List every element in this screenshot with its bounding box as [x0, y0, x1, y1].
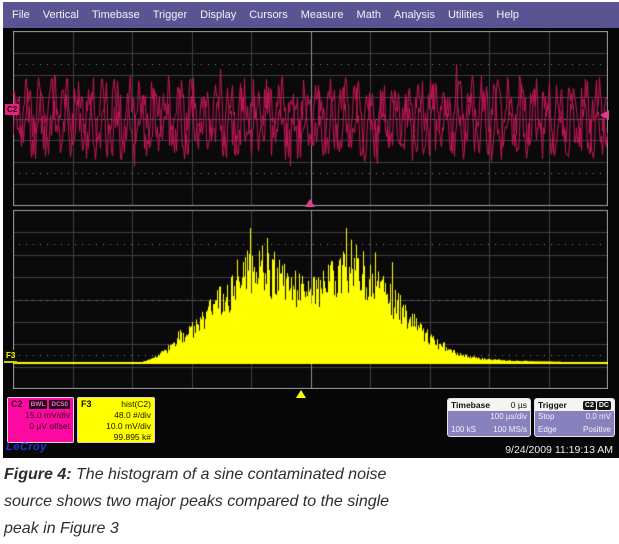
trigger-coupling-badge: DC — [597, 401, 611, 410]
trigger-box[interactable]: Trigger C2 DC Stop 0.0 mV Edge Positive — [534, 398, 615, 437]
timebase-rate: 100 MS/s — [493, 424, 527, 437]
f3-function-name: hist(C2) — [121, 399, 151, 410]
menu-analysis[interactable]: Analysis — [394, 9, 435, 21]
trigger-source-badge: C2 — [583, 401, 596, 410]
timebase-box[interactable]: Timebase 0 µs 100 µs/div 100 kS 100 MS/s — [447, 398, 531, 437]
figure-page: File Vertical Timebase Trigger Display C… — [0, 0, 619, 544]
timebase-title: Timebase — [451, 400, 490, 410]
c2-bwl-badge: BWL — [29, 400, 48, 409]
c2-volts-per-div: 15.0 mV/div — [11, 410, 70, 421]
menu-vertical[interactable]: Vertical — [43, 9, 79, 21]
figure-caption: Figure 4: The histogram of a sine contam… — [4, 461, 564, 542]
menu-cursors[interactable]: Cursors — [249, 9, 288, 21]
menu-help[interactable]: Help — [496, 9, 519, 21]
caption-label: Figure 4: — [4, 466, 72, 483]
f3-descriptor-header: F3 hist(C2) — [81, 399, 151, 410]
caption-line-2: source shows two major peaks compared to… — [4, 488, 564, 515]
menu-measure[interactable]: Measure — [301, 9, 344, 21]
menu-bar: File Vertical Timebase Trigger Display C… — [3, 2, 619, 28]
c2-descriptor-box[interactable]: C2 BWL DC50 15.0 mV/div 0 µV offset — [7, 397, 74, 443]
timebase-delay: 0 µs — [511, 400, 527, 410]
trigger-mode: Stop — [538, 411, 554, 424]
menu-math[interactable]: Math — [357, 9, 381, 21]
caption-line-1: Figure 4: The histogram of a sine contam… — [4, 461, 564, 488]
datetime-display: 9/24/2009 11:19:13 AM — [505, 444, 613, 456]
f3-trace-indicator[interactable]: F3 — [4, 350, 17, 363]
f3-mv-per-div: 10.0 mV/div — [81, 421, 151, 432]
f3-counts-per-div: 48.0 #/div — [81, 410, 151, 421]
caption-text-1: The histogram of a sine contaminated noi… — [76, 466, 386, 483]
f3-descriptor-box[interactable]: F3 hist(C2) 48.0 #/div 10.0 mV/div 99.89… — [77, 397, 155, 443]
menu-utilities[interactable]: Utilities — [448, 9, 483, 21]
trigger-type: Edge — [538, 424, 557, 437]
timebase-samples: 100 kS — [451, 424, 476, 437]
histogram-center-marker-icon[interactable] — [296, 390, 306, 398]
f3-label: F3 — [81, 399, 92, 410]
trigger-level: 0.0 mV — [586, 411, 611, 424]
menu-display[interactable]: Display — [200, 9, 236, 21]
caption-line-3: peak in Figure 3 — [4, 515, 564, 542]
c2-channel-label: C2 — [11, 399, 23, 410]
lecroy-logo: LeCroy — [6, 441, 47, 453]
trigger-level-marker-icon[interactable] — [600, 110, 609, 120]
c2-trace-indicator[interactable]: C2 — [5, 104, 19, 115]
menu-trigger[interactable]: Trigger — [153, 9, 187, 21]
c2-offset: 0 µV offset — [11, 421, 70, 432]
trigger-title: Trigger — [538, 400, 567, 410]
scope-canvas — [13, 31, 608, 389]
c2-descriptor-header: C2 BWL DC50 — [11, 399, 70, 410]
trigger-header: Trigger C2 DC — [535, 399, 614, 411]
trigger-time-marker-icon[interactable] — [305, 199, 315, 207]
c2-coupling-badge: DC50 — [49, 400, 70, 409]
timebase-per-div: 100 µs/div — [490, 411, 527, 424]
oscilloscope-screen: C2 F3 C2 BWL DC50 15.0 mV/div 0 µV offse… — [3, 28, 619, 458]
f3-population: 99.895 k# — [81, 432, 151, 443]
menu-file[interactable]: File — [12, 9, 30, 21]
timebase-header: Timebase 0 µs — [448, 399, 530, 411]
menu-timebase[interactable]: Timebase — [92, 9, 140, 21]
trigger-slope: Positive — [583, 424, 611, 437]
